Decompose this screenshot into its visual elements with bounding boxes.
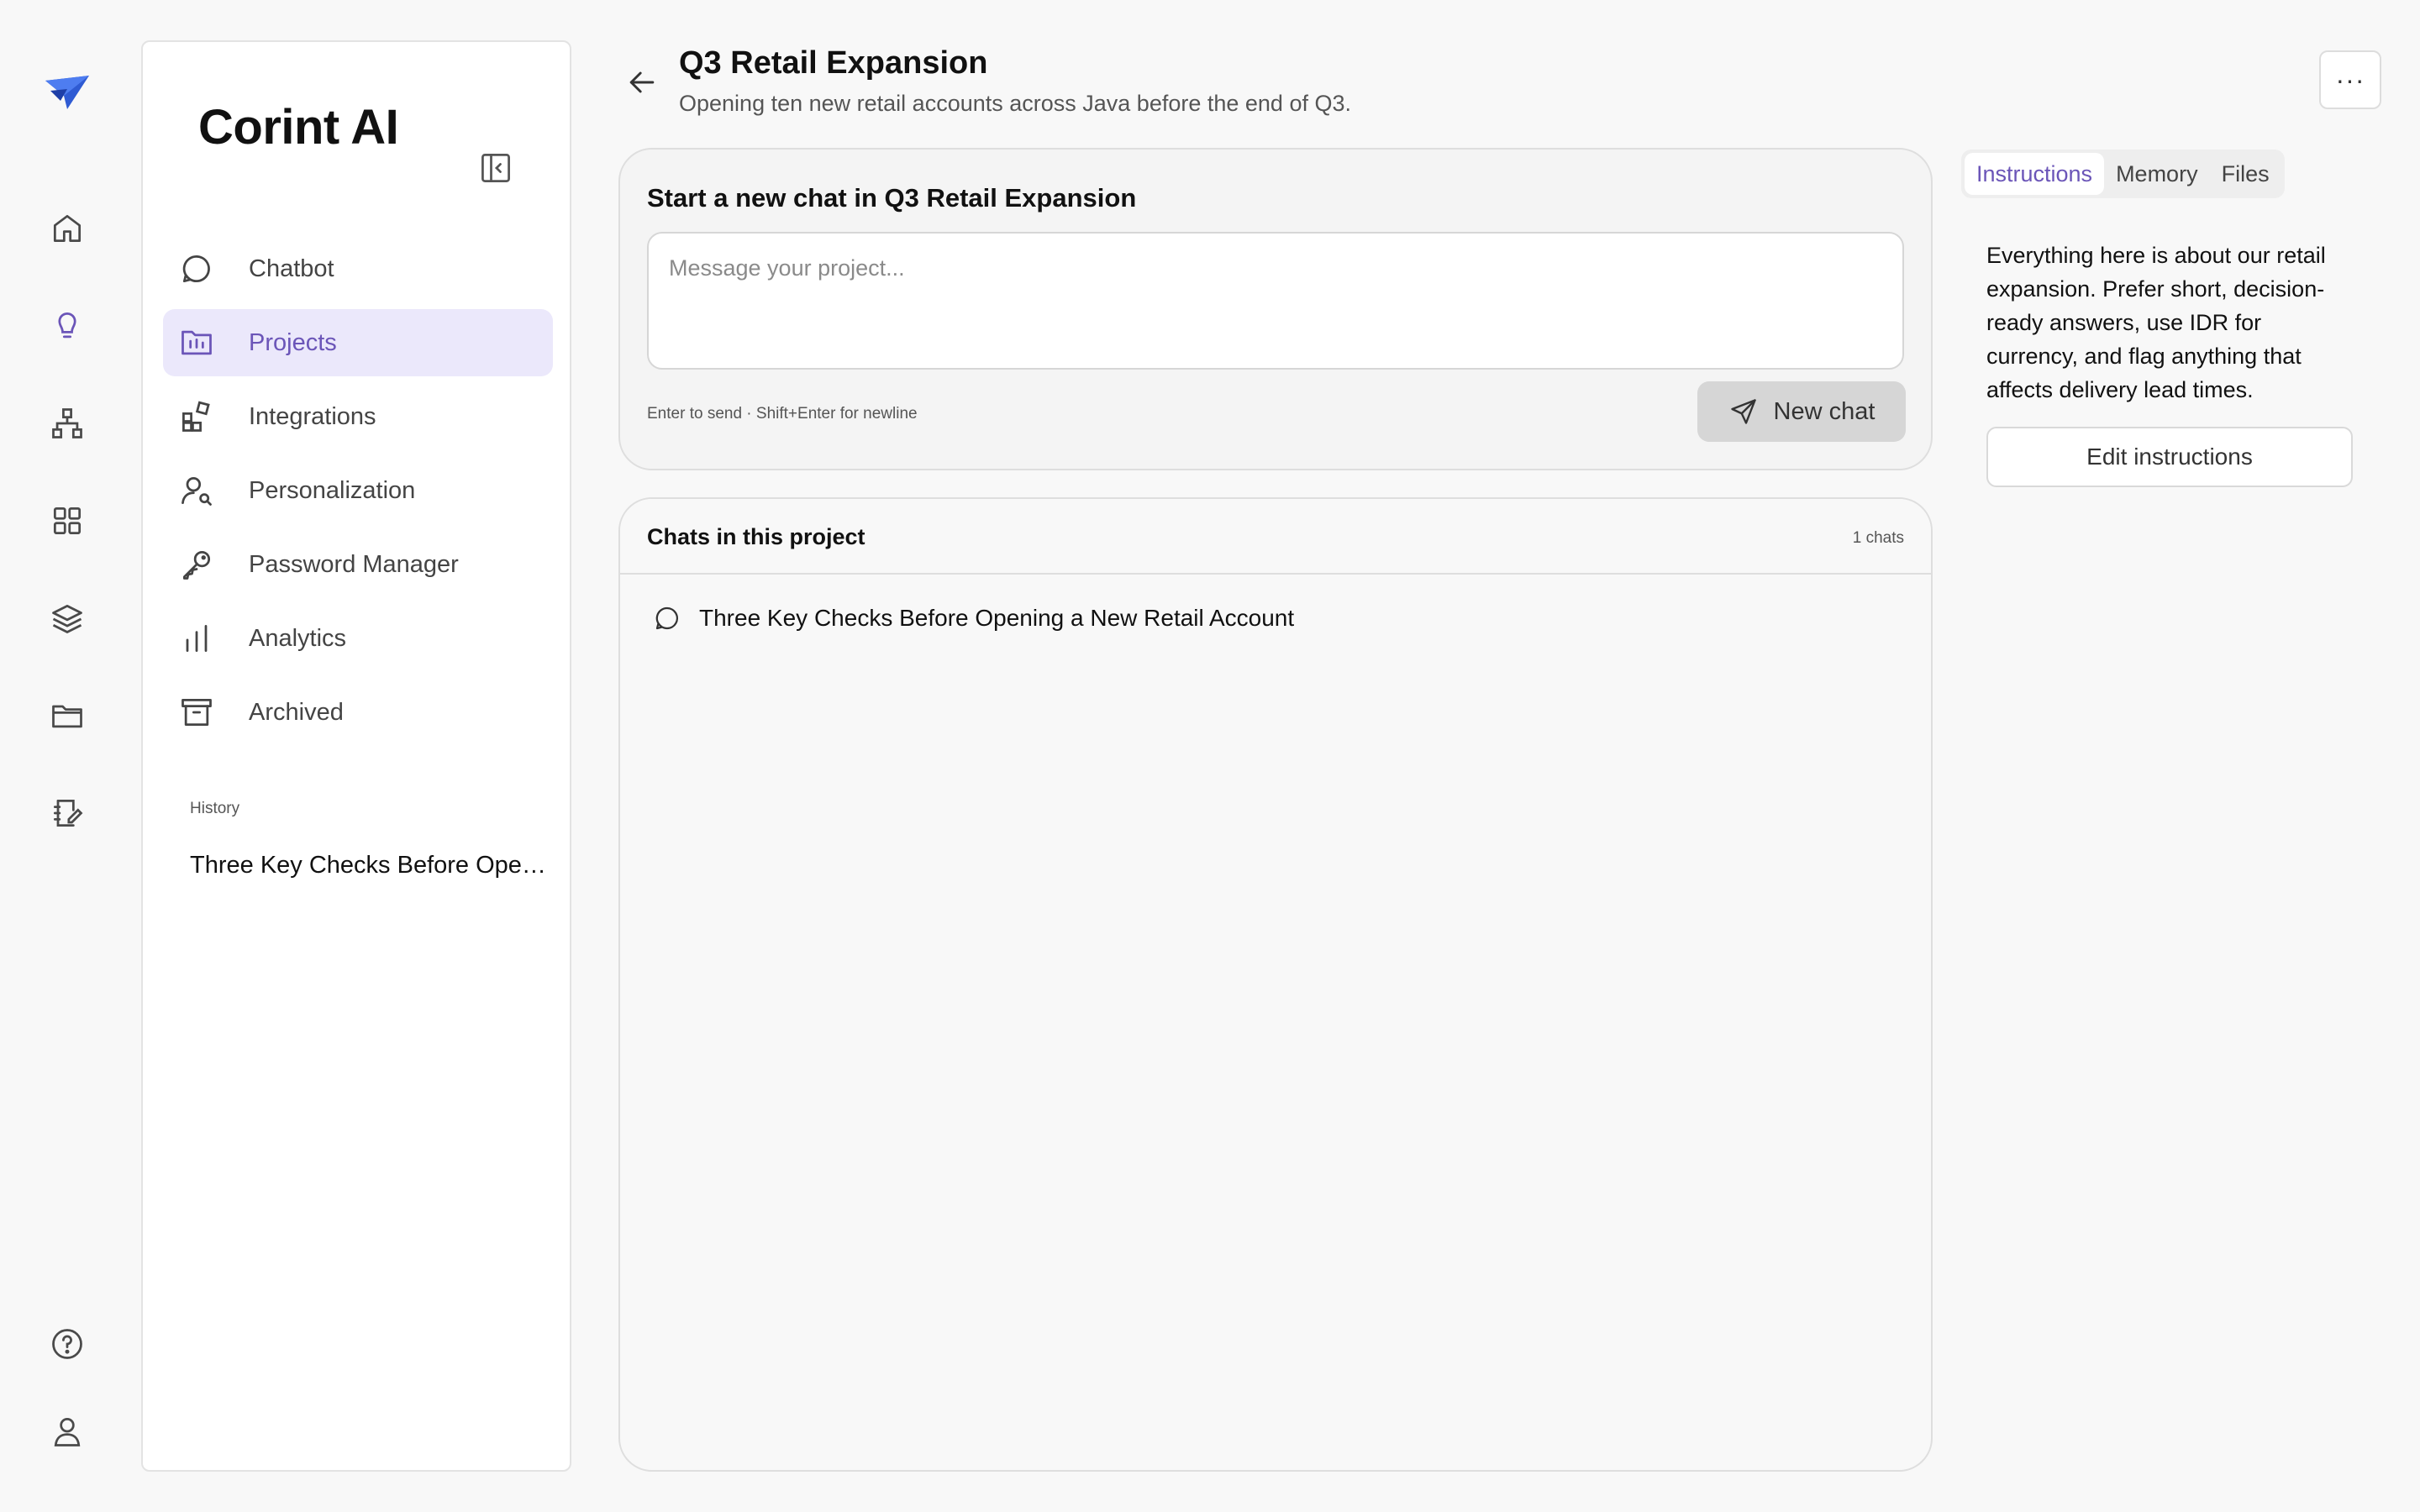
- history-heading: History: [190, 800, 240, 817]
- chats-count: 1 chats: [1852, 529, 1904, 547]
- folder-icon[interactable]: [47, 696, 87, 736]
- sidebar-item-label: Analytics: [249, 624, 347, 652]
- home-icon[interactable]: [47, 208, 87, 249]
- logo-icon[interactable]: [42, 72, 92, 114]
- bar-chart-icon: [178, 620, 215, 657]
- more-options-button[interactable]: ···: [2319, 50, 2381, 109]
- new-chat-button[interactable]: New chat: [1697, 381, 1906, 442]
- chat-icon: [178, 250, 215, 287]
- sidebar-item-personalization[interactable]: Personalization: [163, 457, 553, 524]
- help-icon[interactable]: [47, 1324, 87, 1364]
- sidebar-item-label: Chatbot: [249, 255, 334, 282]
- list-item[interactable]: Three Key Checks Before Opening a New Re…: [652, 603, 1294, 633]
- lightbulb-icon[interactable]: [47, 306, 87, 346]
- back-arrow-icon[interactable]: [623, 64, 660, 101]
- project-tabs: Instructions Memory Files: [1961, 150, 2285, 198]
- brand-name: Corint AI: [198, 100, 399, 155]
- sidebar-item-label: Archived: [249, 698, 344, 726]
- chats-list-header: Chats in this project 1 chats: [620, 499, 1931, 575]
- sidebar-item-label: Projects: [249, 328, 337, 356]
- edit-instructions-button[interactable]: Edit instructions: [1986, 427, 2353, 487]
- folder-chart-icon: [178, 324, 215, 361]
- icon-rail: [0, 0, 134, 1512]
- tab-memory[interactable]: Memory: [2104, 153, 2210, 195]
- chat-title: Three Key Checks Before Opening a New Re…: [699, 605, 1295, 631]
- sidebar-item-label: Password Manager: [249, 550, 459, 578]
- grid-icon[interactable]: [47, 501, 87, 541]
- history-item[interactable]: Three Key Checks Before Opening a New Re…: [190, 852, 546, 879]
- new-chat-title: Start a new chat in Q3 Retail Expansion: [647, 183, 1137, 213]
- edit-notes-icon[interactable]: [47, 793, 87, 833]
- page-subtitle: Opening ten new retail accounts across J…: [679, 91, 1351, 116]
- page-title: Q3 Retail Expansion: [679, 45, 988, 81]
- key-icon: [178, 546, 215, 583]
- sidebar-item-analytics[interactable]: Analytics: [163, 605, 553, 672]
- sidebar-item-projects[interactable]: Projects: [163, 309, 553, 376]
- sidebar-item-integrations[interactable]: Integrations: [163, 383, 553, 450]
- sidebar-item-chatbot[interactable]: Chatbot: [163, 235, 553, 302]
- input-hint: Enter to send · Shift+Enter for newline: [647, 405, 918, 423]
- sidebar-nav: Chatbot Projects Integrations Personaliz…: [163, 235, 553, 753]
- new-chat-button-label: New chat: [1773, 397, 1876, 425]
- chat-icon: [652, 603, 682, 633]
- new-chat-card: Start a new chat in Q3 Retail Expansion …: [618, 148, 1933, 470]
- sitemap-icon[interactable]: [47, 403, 87, 444]
- user-icon[interactable]: [47, 1411, 87, 1452]
- ellipsis-icon: ···: [2335, 64, 2365, 95]
- sidebar: Corint AI Chatbot Projects Integrations: [141, 40, 571, 1472]
- archive-icon: [178, 694, 215, 731]
- instructions-text: Everything here is about our retail expa…: [1986, 243, 2326, 402]
- chats-list-card: Chats in this project 1 chats Three Key …: [618, 497, 1933, 1472]
- chats-list-title: Chats in this project: [647, 524, 865, 549]
- tab-instructions[interactable]: Instructions: [1965, 153, 2105, 195]
- tab-files[interactable]: Files: [2210, 153, 2281, 195]
- user-search-icon: [178, 472, 215, 509]
- sidebar-item-archived[interactable]: Archived: [163, 679, 553, 746]
- sidebar-item-label: Personalization: [249, 476, 416, 504]
- send-icon: [1728, 396, 1759, 427]
- message-input[interactable]: [647, 232, 1904, 370]
- sidebar-item-label: Integrations: [249, 402, 376, 430]
- layers-icon[interactable]: [47, 598, 87, 638]
- sidebar-item-password-manager[interactable]: Password Manager: [163, 531, 553, 598]
- collapse-sidebar-icon[interactable]: [477, 150, 514, 186]
- integrations-icon: [178, 398, 215, 435]
